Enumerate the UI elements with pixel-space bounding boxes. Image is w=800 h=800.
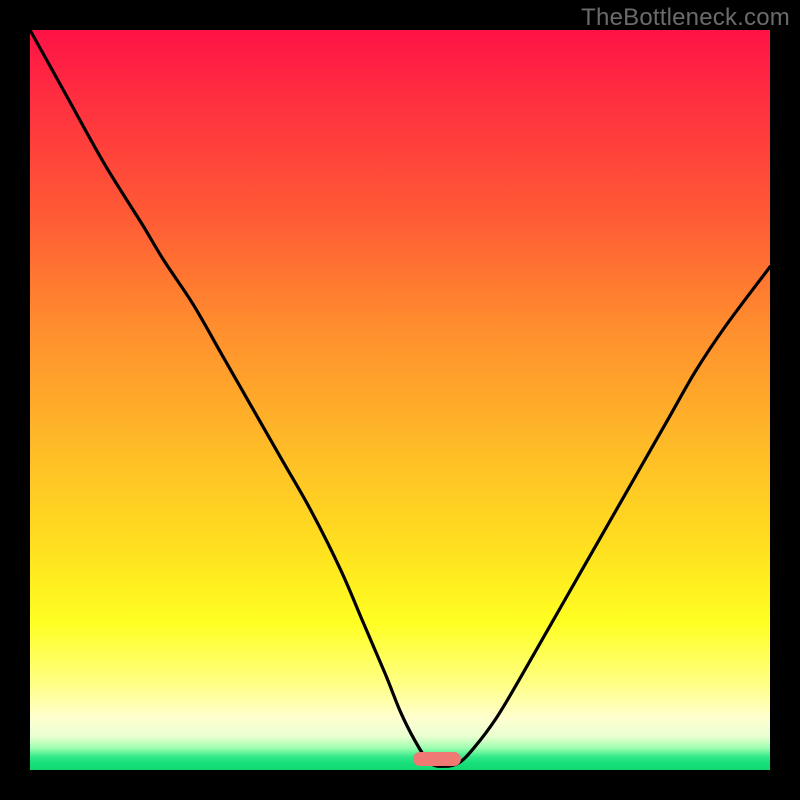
bottleneck-curve <box>30 30 770 770</box>
plot-area <box>30 30 770 770</box>
chart-frame: TheBottleneck.com <box>0 0 800 800</box>
watermark-text: TheBottleneck.com <box>581 4 790 32</box>
optimum-marker <box>413 752 461 766</box>
